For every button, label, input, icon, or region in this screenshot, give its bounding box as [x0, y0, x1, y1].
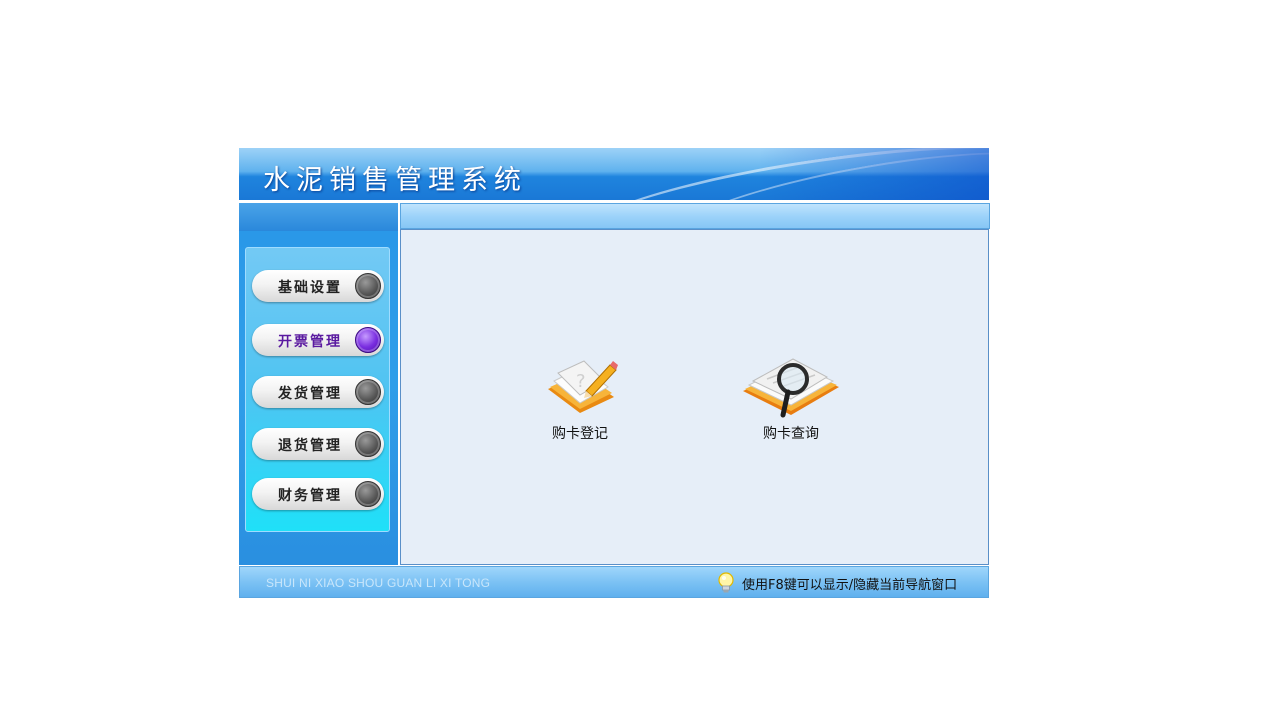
menu-panel: 基础设置 开票管理 发货管理 退货管理 财务管理 [245, 247, 390, 532]
status-bar: SHUI NI XIAO SHOU GUAN LI XI TONG 使用F8键可… [239, 566, 989, 598]
menu-item-basic-settings[interactable]: 基础设置 [252, 270, 384, 302]
menu-knob-icon [355, 379, 381, 405]
banner-shade [759, 148, 989, 200]
shortcut-card-registration[interactable]: ? 购卡登记 [525, 351, 635, 451]
app-pinyin-subtitle: SHUI NI XIAO SHOU GUAN LI XI TONG [266, 576, 491, 590]
menu-knob-icon [355, 327, 381, 353]
menu-item-label: 基础设置 [278, 280, 342, 296]
menu-knob-icon [355, 431, 381, 457]
app-window: 水泥销售管理系统 基础设置 开票管理 发货管理 退货管理 财务管理 ? 购卡登记… [239, 148, 990, 599]
menu-item-returns-management[interactable]: 退货管理 [252, 428, 384, 460]
menu-item-shipping-management[interactable]: 发货管理 [252, 376, 384, 408]
lightbulb-icon [718, 572, 734, 593]
magnifier-book-icon [743, 358, 839, 418]
sidebar-nav: 基础设置 开票管理 发货管理 退货管理 财务管理 [239, 203, 398, 565]
menu-item-label: 退货管理 [278, 438, 342, 454]
app-title: 水泥销售管理系统 [263, 165, 527, 196]
content-panel: ? 购卡登记 购卡查询 [400, 229, 989, 565]
menu-item-label: 发货管理 [278, 386, 342, 402]
notebook-pencil-icon: ? [548, 360, 618, 413]
shortcut-label: 购卡查询 [763, 426, 819, 442]
menu-item-finance-management[interactable]: 财务管理 [252, 478, 384, 510]
menu-item-label: 开票管理 [278, 334, 342, 350]
footer-hint: 使用F8键可以显示/隐藏当前导航窗口 [716, 571, 957, 595]
sidebar-top-band [239, 203, 398, 231]
header-banner: 水泥销售管理系统 [239, 148, 989, 200]
shortcut-card-query[interactable]: 购卡查询 [736, 351, 846, 451]
hint-text: 使用F8键可以显示/隐藏当前导航窗口 [742, 577, 958, 593]
content-title-bar [400, 203, 990, 229]
shortcut-label: 购卡登记 [552, 426, 608, 442]
menu-knob-icon [355, 273, 381, 299]
svg-text:?: ? [576, 371, 586, 392]
menu-item-label: 财务管理 [278, 488, 342, 504]
menu-knob-icon [355, 481, 381, 507]
menu-item-invoice-management[interactable]: 开票管理 [252, 324, 384, 356]
